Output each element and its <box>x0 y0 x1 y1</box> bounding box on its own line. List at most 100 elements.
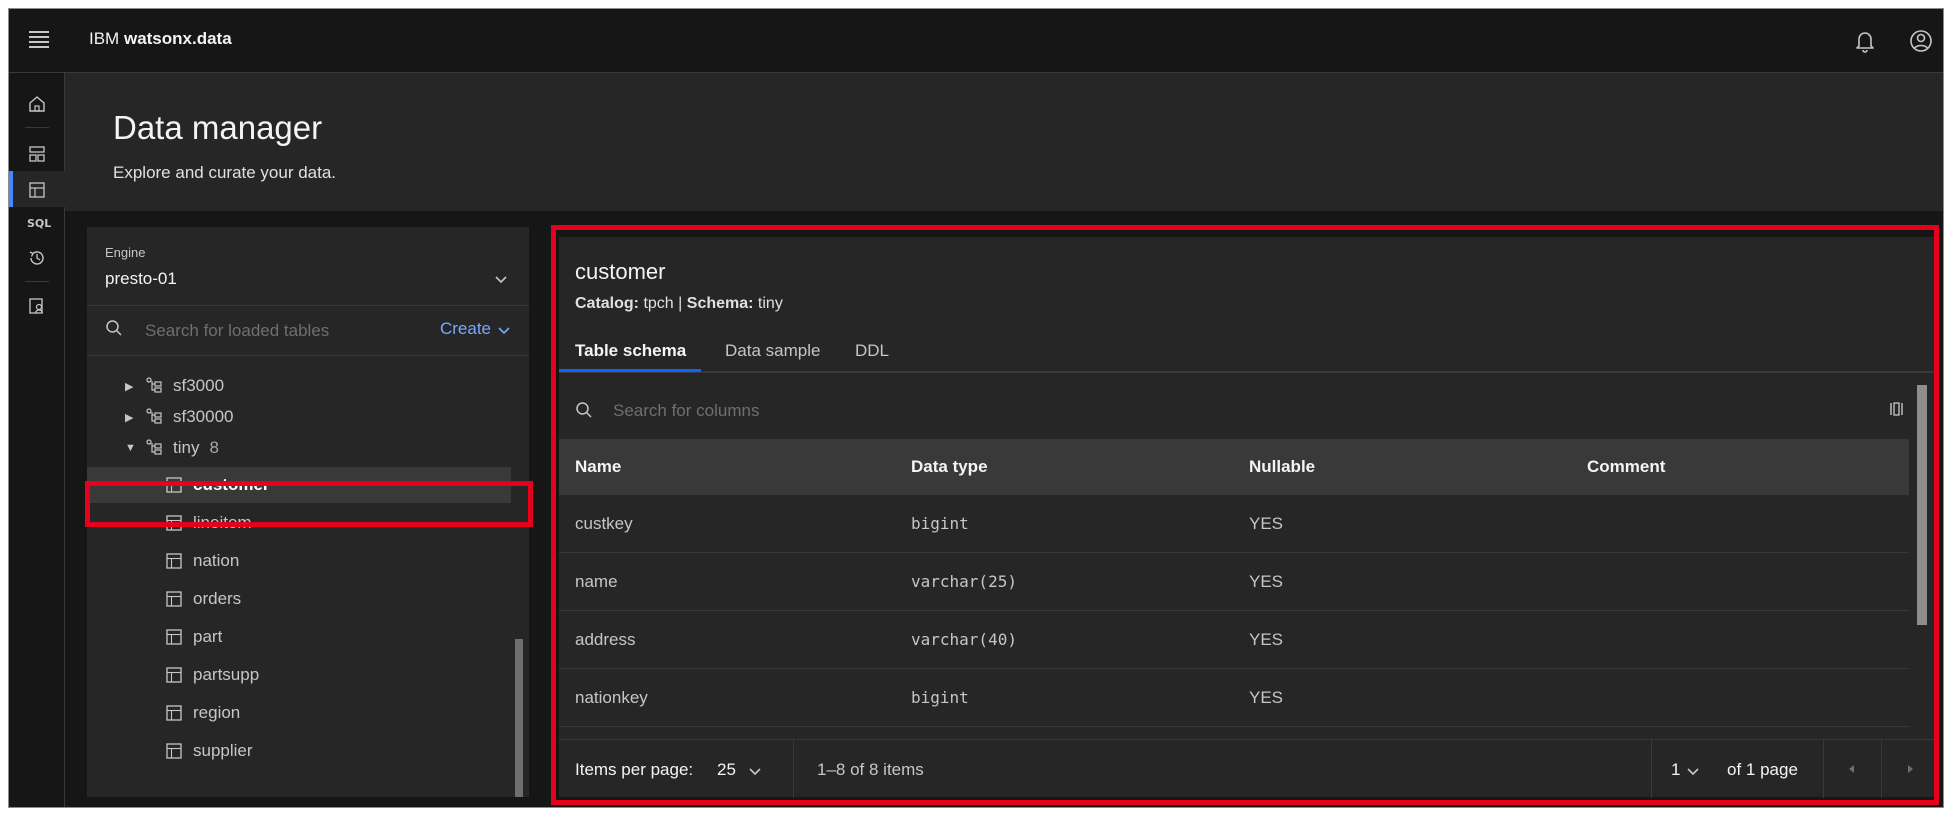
caret-right-icon <box>1908 765 1913 773</box>
table-icon <box>166 477 182 493</box>
next-page-button[interactable] <box>1881 740 1939 798</box>
tab-table-schema[interactable]: Table schema <box>575 341 686 373</box>
tab-ddl[interactable]: DDL <box>855 341 889 373</box>
schema-name: tiny <box>173 438 200 457</box>
engine-dropdown[interactable]: presto-01 <box>105 269 177 289</box>
column-header-data-type[interactable]: Data type <box>911 457 988 477</box>
page-select[interactable]: 1 <box>1671 760 1700 780</box>
caret-down-icon[interactable]: ▼ <box>125 442 139 454</box>
brand-product: watsonx.data <box>123 29 232 48</box>
column-header-nullable[interactable]: Nullable <box>1249 457 1315 477</box>
infrastructure-icon[interactable] <box>9 135 65 171</box>
chevron-down-icon <box>498 326 510 334</box>
cell-name: nationkey <box>575 688 648 707</box>
table-name: customer <box>193 475 270 494</box>
column-header-comment[interactable]: Comment <box>1587 457 1665 477</box>
table-count-badge: 8 <box>209 438 219 457</box>
table-icon <box>166 743 182 759</box>
tree-scrollbar-thumb[interactable] <box>515 639 523 797</box>
home-icon[interactable] <box>9 85 65 121</box>
catalog-value: tpch <box>643 295 674 312</box>
schema-name: sf30000 <box>173 407 234 426</box>
previous-page-button[interactable] <box>1823 740 1881 798</box>
search-icon <box>105 319 123 342</box>
sql-nav-item[interactable]: SQL <box>9 207 65 243</box>
page-number: 1 <box>1671 760 1681 779</box>
menu-icon[interactable] <box>29 31 49 48</box>
schema-node-sf30000[interactable]: ▶ sf30000 <box>125 400 234 434</box>
table-row: name varchar(25) YES <box>559 553 1909 611</box>
schema-icon <box>146 408 162 424</box>
schema-node-sf3000[interactable]: ▶ sf3000 <box>125 369 224 403</box>
table-item-nation[interactable]: nation <box>87 543 511 579</box>
cell-name: custkey <box>575 514 633 533</box>
pagination-bar: Items per page: 25 1–8 of 8 items 1 of 1… <box>559 739 1939 798</box>
table-icon <box>166 629 182 645</box>
schema-node-tiny[interactable]: ▼ tiny 8 <box>125 431 219 465</box>
table-icon <box>166 667 182 683</box>
query-history-icon[interactable] <box>9 239 65 275</box>
table-icon <box>166 705 182 721</box>
chevron-down-icon[interactable] <box>493 271 509 292</box>
search-icon <box>575 401 593 424</box>
cell-name: name <box>575 572 618 591</box>
cell-nullable: YES <box>1249 630 1284 649</box>
table-item-part[interactable]: part <box>87 619 511 655</box>
table-item-supplier[interactable]: supplier <box>87 733 511 769</box>
engine-label: Engine <box>105 245 146 260</box>
access-control-icon[interactable] <box>9 287 65 323</box>
detail-tabs: Table schema Data sample DDL <box>559 329 1939 373</box>
data-manager-icon[interactable] <box>9 171 65 207</box>
table-search-input[interactable] <box>143 313 417 349</box>
table-navigator-panel: Engine presto-01 Create ▶ sf3000 ▶ sf300… <box>87 227 529 797</box>
catalog-label: Catalog: <box>575 295 639 312</box>
table-icon <box>166 553 182 569</box>
chevron-down-icon <box>749 767 761 775</box>
sql-label: SQL <box>27 217 52 230</box>
table-item-customer[interactable]: customer <box>87 467 511 503</box>
column-settings-icon[interactable] <box>1889 401 1905 422</box>
cell-type: varchar(25) <box>911 572 1017 591</box>
table-name: orders <box>193 589 242 608</box>
grid-scrollbar-thumb[interactable] <box>1917 385 1927 625</box>
meta-separator: | <box>678 295 683 312</box>
table-item-region[interactable]: region <box>87 695 511 731</box>
tab-data-sample[interactable]: Data sample <box>725 341 820 373</box>
table-item-lineitem[interactable]: lineitem <box>87 505 511 541</box>
table-item-orders[interactable]: orders <box>87 581 511 617</box>
items-range-text: 1–8 of 8 items <box>817 760 924 779</box>
table-name: lineitem <box>193 513 252 532</box>
side-nav-rail: SQL <box>9 73 65 807</box>
notification-icon[interactable] <box>1851 27 1879 55</box>
cell-type: bigint <box>911 514 969 533</box>
app-window: IBM watsonx.data SQL Data manager Explor… <box>8 8 1944 808</box>
page-title: Data manager <box>113 109 323 146</box>
cell-name: address <box>575 630 636 649</box>
schema-label: Schema: <box>686 295 754 312</box>
schema-value: tiny <box>757 295 783 312</box>
table-name: partsupp <box>193 665 260 684</box>
create-button[interactable]: Create <box>440 319 511 339</box>
table-row: custkey bigint YES <box>559 495 1909 553</box>
user-avatar-icon[interactable] <box>1907 27 1935 55</box>
product-name[interactable]: IBM watsonx.data <box>89 29 232 49</box>
table-item-partsupp[interactable]: partsupp <box>87 657 511 693</box>
cell-nullable: YES <box>1249 688 1284 707</box>
column-search-input[interactable] <box>611 393 1115 429</box>
total-pages-text: of 1 page <box>1727 760 1798 779</box>
items-per-page-value: 25 <box>717 760 736 779</box>
cell-type: bigint <box>911 688 969 707</box>
brand-prefix: IBM <box>89 29 120 48</box>
caret-right-icon[interactable]: ▶ <box>125 411 139 424</box>
schema-icon <box>146 439 162 455</box>
schema-tree: ▶ sf3000 ▶ sf30000 ▼ tiny 8 customer lin… <box>87 359 527 797</box>
table-name: supplier <box>193 741 253 760</box>
schema-icon <box>146 377 162 393</box>
caret-right-icon[interactable]: ▶ <box>125 380 139 393</box>
items-per-page-select[interactable]: 25 <box>717 760 762 780</box>
table-row: address varchar(40) YES <box>559 611 1909 669</box>
cell-type: varchar(40) <box>911 630 1017 649</box>
table-header-row: Name Data type Nullable Comment <box>559 439 1909 495</box>
column-header-name[interactable]: Name <box>575 457 621 477</box>
cell-nullable: YES <box>1249 572 1284 591</box>
